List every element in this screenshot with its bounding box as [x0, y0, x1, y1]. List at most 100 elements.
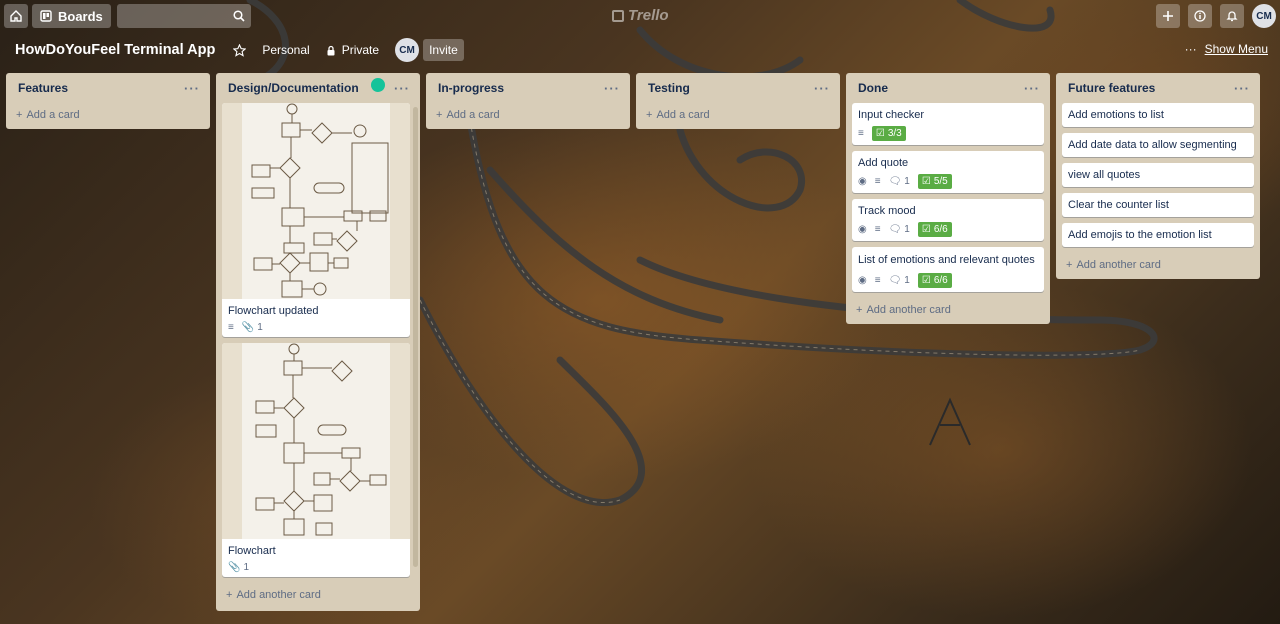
plus-icon: + — [436, 109, 443, 121]
user-avatar[interactable]: CM — [1252, 4, 1276, 28]
checklist-count: 3/3 — [887, 128, 902, 139]
top-nav-bar: Boards Trello CM — [0, 0, 1280, 32]
card-track-mood[interactable]: Track mood ◉ ≡ 🗨 1 ☑ 6/6 — [852, 199, 1044, 241]
plus-icon: + — [16, 109, 23, 121]
card-future-feature[interactable]: Add emotions to list — [1062, 103, 1254, 127]
card-title: Add quote — [858, 157, 909, 169]
description-icon: ≡ — [874, 275, 881, 286]
list-design-documentation: Design/Documentation ··· Flowchart updat… — [216, 73, 420, 611]
flowchart-thumbnail — [242, 103, 390, 299]
checklist-count: 5/5 — [933, 176, 948, 187]
comment-icon: 🗨 — [888, 176, 902, 187]
card-future-feature[interactable]: Add emojis to the emotion list — [1062, 223, 1254, 247]
list-menu-icon[interactable]: ··· — [1234, 81, 1250, 96]
checklist-count: 6/6 — [933, 275, 948, 286]
list-done: Done ··· Input checker ≡ ☑ 3/3 Add quote… — [846, 73, 1050, 324]
star-button[interactable] — [233, 43, 247, 57]
notifications-button[interactable] — [1220, 4, 1244, 28]
list-future-features: Future features ··· Add emotions to list… — [1056, 73, 1260, 279]
list-scrollbar[interactable] — [413, 107, 418, 567]
card-title: Flowchart updated — [228, 305, 319, 317]
checkbox-icon: ☑ — [875, 128, 885, 139]
card-title: Add emojis to the emotion list — [1068, 229, 1212, 241]
list-features: Features ··· + Add a card — [6, 73, 210, 129]
card-title: List of emotions and relevant quotes — [858, 254, 1035, 266]
list-menu-icon[interactable]: ··· — [394, 81, 410, 96]
card-title: Track mood — [858, 205, 916, 217]
flowchart-thumbnail — [242, 343, 390, 539]
card-add-quote[interactable]: Add quote ◉ ≡ 🗨 1 ☑ 5/5 — [852, 151, 1044, 193]
visibility-button[interactable]: Private — [326, 43, 379, 57]
checklist-count: 6/6 — [933, 224, 948, 235]
add-card-label: Add another card — [1076, 259, 1161, 271]
card-flowchart-updated[interactable]: Flowchart updated ≡ 📎 1 — [222, 103, 410, 337]
card-title: Add date data to allow segmenting — [1068, 139, 1237, 151]
watch-icon: ◉ — [858, 224, 867, 235]
card-flowchart[interactable]: Flowchart 📎 1 — [222, 343, 410, 577]
list-menu-icon[interactable]: ··· — [184, 81, 200, 96]
comment-count: 1 — [904, 176, 910, 187]
checkbox-icon: ☑ — [921, 176, 931, 187]
show-menu-button[interactable]: ··· Show Menu — [1185, 42, 1268, 56]
card-input-checker[interactable]: Input checker ≡ ☑ 3/3 — [852, 103, 1044, 145]
list-menu-icon[interactable]: ··· — [1024, 81, 1040, 96]
plus-icon: + — [646, 109, 653, 121]
invite-button[interactable]: Invite — [423, 39, 464, 61]
boards-button[interactable]: Boards — [32, 4, 111, 28]
card-title: Add emotions to list — [1068, 109, 1164, 121]
card-future-feature[interactable]: view all quotes — [1062, 163, 1254, 187]
add-card-button[interactable]: + Add a card — [6, 103, 210, 129]
list-in-progress: In-progress ··· + Add a card — [426, 73, 630, 129]
checklist-badge: ☑ 5/5 — [917, 174, 952, 189]
list-menu-icon[interactable]: ··· — [814, 81, 830, 96]
comment-badge: 🗨 1 — [889, 275, 910, 286]
create-button[interactable] — [1156, 4, 1180, 28]
list-title[interactable]: Future features — [1068, 81, 1155, 95]
trello-logo[interactable]: Trello — [612, 7, 669, 24]
add-card-button[interactable]: + Add another card — [216, 583, 331, 609]
list-title[interactable]: Design/Documentation — [228, 81, 359, 95]
board-title[interactable]: HowDoYouFeel Terminal App — [15, 42, 215, 58]
add-card-button[interactable]: + Add a card — [426, 103, 630, 129]
add-card-button[interactable]: + Add another card — [846, 298, 1050, 324]
add-card-label: Add another card — [866, 304, 951, 316]
list-testing: Testing ··· + Add a card — [636, 73, 840, 129]
comment-badge: 🗨 1 — [889, 176, 910, 187]
add-card-button[interactable]: + Add another card — [1056, 253, 1260, 279]
card-title: Clear the counter list — [1068, 199, 1169, 211]
member-avatar[interactable]: CM — [395, 38, 420, 62]
watch-icon: ◉ — [858, 275, 867, 286]
comment-icon: 🗨 — [888, 275, 902, 286]
card-list-of-emotions[interactable]: List of emotions and relevant quotes ◉ ≡… — [852, 247, 1044, 292]
grammarly-icon[interactable] — [371, 78, 385, 92]
comment-icon: 🗨 — [888, 224, 902, 235]
home-icon — [10, 10, 22, 22]
plus-icon: + — [226, 589, 233, 601]
list-menu-icon[interactable]: ··· — [604, 81, 620, 96]
add-card-label: Add a card — [26, 109, 80, 121]
paperclip-icon: 📎 — [241, 322, 255, 333]
checkbox-icon: ☑ — [921, 224, 931, 235]
list-title[interactable]: In-progress — [438, 81, 504, 95]
trello-logo-text: Trello — [628, 7, 669, 24]
description-icon: ≡ — [228, 322, 234, 333]
card-future-feature[interactable]: Add date data to allow segmenting — [1062, 133, 1254, 157]
attachment-count: 1 — [257, 322, 263, 333]
search-input[interactable] — [116, 4, 251, 28]
more-dots-icon: ··· — [1184, 42, 1197, 56]
add-card-button[interactable]: + Add a card — [636, 103, 840, 129]
show-menu-label: Show Menu — [1204, 42, 1268, 56]
checkbox-icon: ☑ — [921, 275, 931, 286]
checklist-badge: ☑ 3/3 — [871, 126, 906, 141]
info-button[interactable] — [1188, 4, 1212, 28]
list-title[interactable]: Features — [18, 81, 68, 95]
info-icon — [1194, 10, 1206, 22]
bell-icon — [1226, 11, 1238, 22]
list-title[interactable]: Done — [858, 81, 888, 95]
card-title: view all quotes — [1068, 169, 1141, 181]
team-button[interactable]: Personal — [262, 43, 309, 57]
card-future-feature[interactable]: Clear the counter list — [1062, 193, 1254, 217]
comment-badge: 🗨 1 — [889, 224, 910, 235]
list-title[interactable]: Testing — [648, 81, 690, 95]
home-button[interactable] — [4, 4, 28, 28]
